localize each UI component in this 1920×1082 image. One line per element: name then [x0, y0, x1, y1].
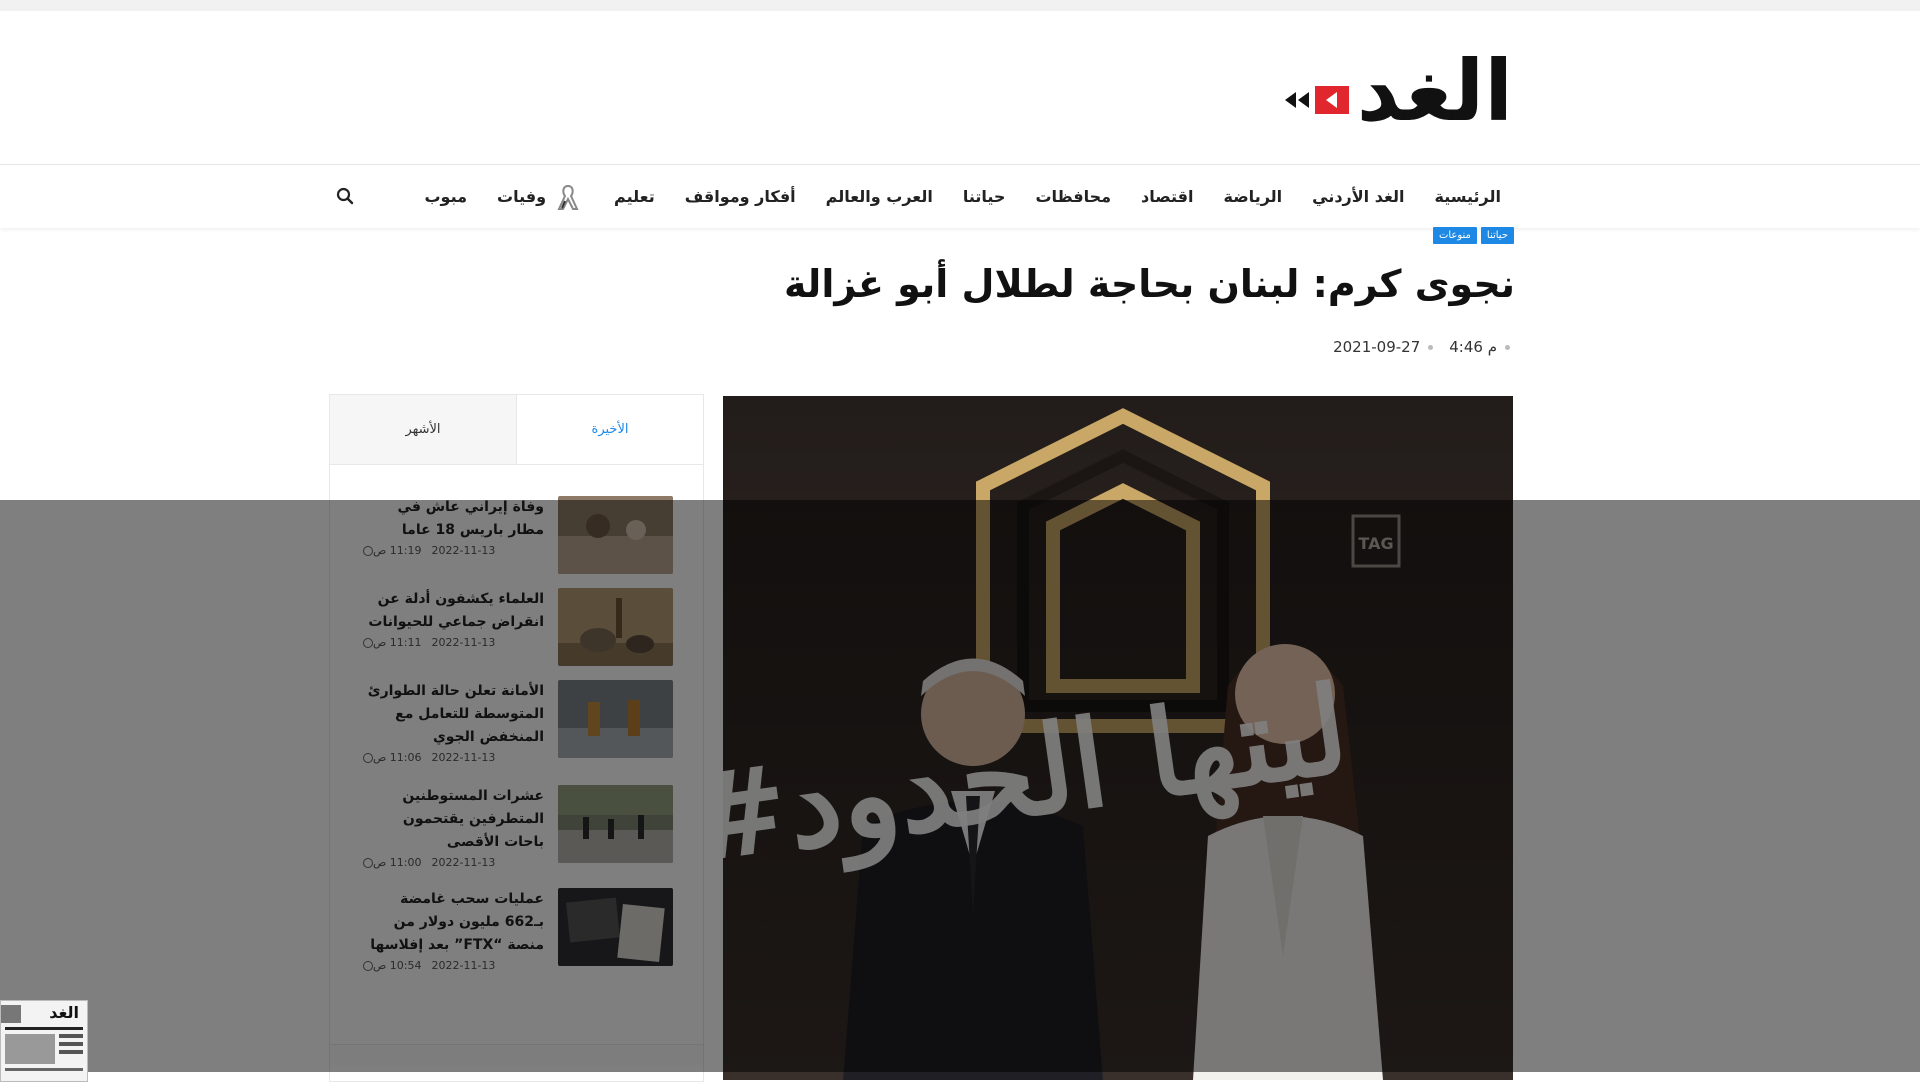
post-thumbnail[interactable] — [558, 588, 673, 666]
article-hero-image[interactable]: TAG #ليتها الحدود — [723, 396, 1513, 1080]
svg-text:TAG: TAG — [1358, 534, 1393, 553]
post-timestamp: 11:11 ص 2022-11-13 — [360, 636, 544, 649]
post-timestamp: 11:00 ص 2022-11-13 — [360, 856, 544, 869]
list-item[interactable]: العلماء يكشفون أدلة عن انقراض جماعي للحي… — [360, 588, 673, 666]
nav-item-education[interactable]: تعليم — [614, 187, 655, 206]
hero-photo: TAG #ليتها الحدود — [723, 396, 1513, 1080]
ribbon-icon — [557, 184, 579, 210]
post-title[interactable]: عمليات سحب غامضة بـ662 مليون دولار من من… — [360, 888, 544, 957]
article-meta: 4:46 م 2021-09-27 — [1333, 338, 1510, 356]
search-icon[interactable] — [336, 187, 354, 205]
meta-dot-icon — [1428, 344, 1434, 350]
nav-item-arab-world[interactable]: العرب والعالم — [826, 187, 933, 206]
post-title[interactable]: وفاة إيراني عاش في مطار باريس 18 عاما — [360, 496, 544, 542]
tag-our-life[interactable]: حياتنا — [1480, 227, 1514, 244]
tab-most-popular[interactable]: الأشهر — [330, 395, 517, 464]
sidebar-footer — [330, 1044, 703, 1065]
article-title: نجوى كرم: لبنان بحاجة لطلال أبو غزالة — [784, 262, 1515, 306]
meta-dot-icon — [1505, 344, 1510, 350]
post-thumbnail[interactable] — [558, 680, 673, 758]
nav-item-classifieds[interactable]: مبوب — [424, 187, 467, 206]
article-tags: حياتنا منوعات — [1429, 227, 1514, 244]
site-logo[interactable]: الغد — [1283, 42, 1515, 140]
sidebar-tabs: الأخيرة الأشهر — [330, 395, 703, 465]
post-thumbnail[interactable] — [558, 888, 673, 966]
nav-item-sports[interactable]: الرياضة — [1224, 187, 1283, 206]
post-thumbnail[interactable] — [558, 785, 673, 863]
main-navbar: الرئيسية الغد الأردني الرياضة اقتصاد محا… — [0, 164, 1920, 228]
nav-item-alghad-jordan[interactable]: الغد الأردني — [1312, 187, 1404, 206]
nav-item-our-life[interactable]: حياتنا — [963, 187, 1006, 206]
clock-icon — [363, 752, 373, 763]
post-title[interactable]: الأمانة تعلن حالة الطوارئ المتوسطة للتعا… — [360, 680, 544, 749]
article-date: 2021-09-27 — [1333, 338, 1421, 356]
post-timestamp: 11:06 ص 2022-11-13 — [360, 751, 544, 764]
newspaper-thumbnail[interactable]: الغد — [0, 1000, 88, 1082]
nav-menu: الرئيسية الغد الأردني الرياضة اقتصاد محا… — [394, 165, 1501, 228]
newspaper-preview — [1, 1005, 83, 1071]
nav-item-obituaries-label: وفيات — [497, 187, 547, 206]
sidebar-widget: الأخيرة الأشهر وفاة إيراني عاش في مطار ب… — [329, 394, 704, 1082]
post-timestamp: 11:19 ص 2022-11-13 — [360, 544, 544, 557]
tag-misc[interactable]: منوعات — [1432, 227, 1477, 244]
list-item[interactable]: الأمانة تعلن حالة الطوارئ المتوسطة للتعا… — [360, 680, 673, 764]
logo-play-icon — [1283, 86, 1349, 114]
post-timestamp: 10:54 ص 2022-11-13 — [360, 959, 544, 972]
nav-item-economy[interactable]: اقتصاد — [1141, 187, 1193, 206]
list-item[interactable]: عشرات المستوطنين المتطرفين يقتحمون باحات… — [360, 785, 673, 869]
clock-icon — [363, 857, 373, 868]
top-strip — [0, 0, 1920, 11]
post-title[interactable]: العلماء يكشفون أدلة عن انقراض جماعي للحي… — [360, 588, 544, 634]
nav-item-opinions[interactable]: أفكار ومواقف — [685, 187, 796, 206]
article-time: 4:46 م — [1449, 338, 1497, 356]
nav-item-governorates[interactable]: محافظات — [1035, 187, 1111, 206]
nav-item-obituaries[interactable]: وفيات — [497, 183, 584, 211]
clock-icon — [363, 545, 373, 556]
clock-icon — [363, 960, 373, 971]
logo-text: الغد — [1356, 42, 1515, 140]
post-thumbnail[interactable] — [558, 496, 673, 574]
tab-latest[interactable]: الأخيرة — [517, 395, 703, 464]
list-item[interactable]: وفاة إيراني عاش في مطار باريس 18 عاما 11… — [360, 496, 673, 574]
post-title[interactable]: عشرات المستوطنين المتطرفين يقتحمون باحات… — [360, 785, 544, 854]
nav-item-home[interactable]: الرئيسية — [1435, 187, 1502, 206]
clock-icon — [363, 637, 373, 648]
list-item[interactable]: عمليات سحب غامضة بـ662 مليون دولار من من… — [360, 888, 673, 972]
